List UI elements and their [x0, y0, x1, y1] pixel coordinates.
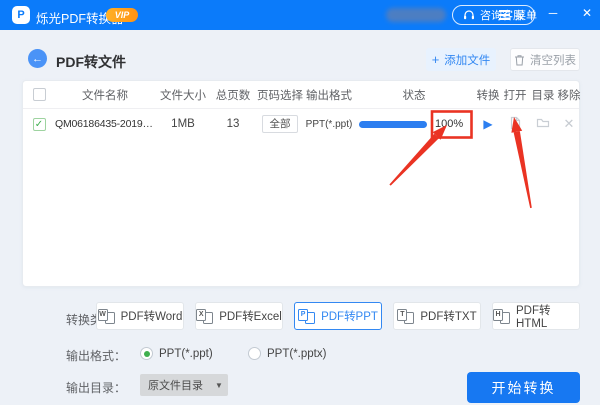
plus-icon: +: [431, 52, 440, 67]
start-convert-button[interactable]: 开始转换: [467, 372, 580, 403]
output-format-label: 输出格式：: [66, 349, 127, 363]
radio-ppt-label: PPT(*.ppt): [159, 348, 213, 360]
output-directory-label: 输出目录：: [66, 381, 127, 395]
add-file-label: 添加文件: [444, 54, 491, 67]
select-all-checkbox[interactable]: [32, 88, 46, 101]
header-remove: 移除: [557, 89, 581, 102]
header-page-range: 页码选择: [257, 89, 303, 102]
titlebar: P 烁光PDF转换器 VIP 咨询客服 菜单 ─ ✕: [0, 0, 600, 30]
progress-percent: 100%: [435, 118, 464, 130]
dropdown-value: 原文件目录: [148, 380, 203, 392]
add-file-button[interactable]: + 添加文件: [426, 48, 496, 71]
page-range-button[interactable]: 全部: [262, 115, 298, 133]
output-directory-dropdown[interactable]: 原文件目录 ▼: [140, 374, 228, 396]
file-table: 文件名称 文件大小 总页数 页码选择 输出格式 状态 转换 打开 目录 移除 ✓…: [22, 80, 581, 287]
header-output-format: 输出格式: [306, 89, 352, 102]
header-total-pages: 总页数: [215, 89, 251, 102]
tab-pdf-to-html[interactable]: H PDF转HTML: [492, 302, 580, 330]
header-convert: 转换: [476, 89, 500, 102]
user-account-blurred[interactable]: [386, 8, 446, 22]
conversion-type-group: W PDF转Word X PDF转Excel P PDF转PPT T PDF转T…: [96, 302, 580, 330]
header-directory: 目录: [531, 89, 555, 102]
tab-pdf-to-txt[interactable]: T PDF转TXT: [393, 302, 481, 330]
app-logo-icon: P: [12, 6, 30, 24]
header-file-name: 文件名称: [82, 89, 128, 102]
pdf-txt-icon: T: [397, 308, 415, 324]
menu-label: 菜单: [515, 10, 537, 22]
open-directory-button[interactable]: [529, 117, 557, 132]
radio-pptx-label: PPT(*.pptx): [267, 348, 327, 360]
file-size: 1MB: [171, 118, 195, 130]
vip-badge: VIP: [106, 8, 138, 22]
menu-button[interactable]: 菜单: [499, 7, 537, 23]
trash-icon: [515, 54, 524, 65]
pdf-excel-icon: X: [196, 308, 214, 324]
page-title: PDF转文件: [56, 54, 126, 70]
file-icon: [510, 116, 520, 129]
chevron-down-icon: ▼: [215, 380, 223, 390]
tab-pdf-to-excel[interactable]: X PDF转Excel: [195, 302, 283, 330]
header-file-size: 文件大小: [160, 89, 206, 102]
file-output-format: PPT(*.ppt): [305, 118, 353, 130]
tab-label: PDF转TXT: [420, 311, 477, 323]
minimize-button[interactable]: ─: [546, 6, 560, 22]
app-window: P 烁光PDF转换器 VIP 咨询客服 菜单 ─ ✕ ← PDF转文件 + 添加…: [0, 0, 600, 405]
tab-label: PDF转Word: [120, 311, 183, 323]
open-file-button[interactable]: [501, 116, 529, 133]
progress-bar: [359, 120, 427, 128]
back-button[interactable]: ←: [28, 49, 47, 68]
tab-pdf-to-word[interactable]: W PDF转Word: [96, 302, 184, 330]
pdf-ppt-icon: P: [298, 308, 316, 324]
header-status: 状态: [402, 89, 426, 102]
radio-ppt[interactable]: [140, 347, 153, 360]
hamburger-icon: [499, 10, 510, 20]
tab-label: PDF转Excel: [219, 311, 282, 323]
close-button[interactable]: ✕: [580, 6, 594, 22]
table-row: ✓ QM06186435-20190101.pdf 1MB 13 全部 PPT(…: [23, 109, 579, 139]
file-pages: 13: [226, 118, 240, 130]
clear-list-label: 清空列表: [530, 54, 576, 67]
pdf-html-icon: H: [493, 308, 510, 324]
radio-pptx[interactable]: [248, 347, 261, 360]
table-header-row: 文件名称 文件大小 总页数 页码选择 输出格式 状态 转换 打开 目录 移除: [23, 81, 581, 109]
headset-icon: [464, 10, 474, 20]
remove-file-button[interactable]: ✕: [564, 116, 575, 131]
row-checkbox[interactable]: ✓: [32, 117, 46, 131]
folder-icon: [536, 118, 550, 127]
tab-label: PDF转HTML: [516, 305, 551, 330]
tab-pdf-to-ppt[interactable]: P PDF转PPT: [294, 302, 382, 330]
file-name: QM06186435-20190101.pdf: [55, 118, 155, 130]
clear-list-button[interactable]: 清空列表: [510, 48, 580, 71]
tab-label: PDF转PPT: [321, 311, 378, 323]
pdf-word-icon: W: [97, 308, 115, 324]
header-open: 打开: [503, 89, 527, 102]
convert-play-button[interactable]: ▶: [483, 117, 492, 131]
